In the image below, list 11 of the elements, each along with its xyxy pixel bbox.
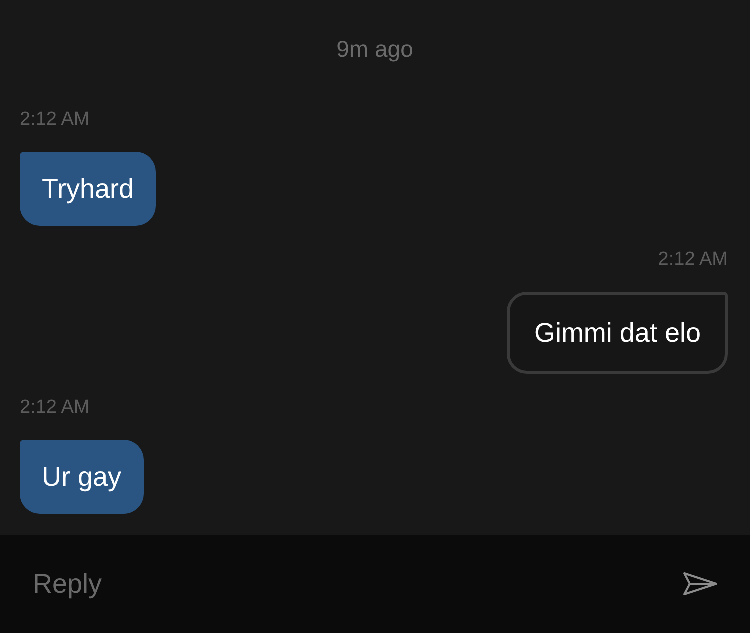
incoming-message-bubble: Ur gay [20, 440, 144, 514]
message-time: 2:12 AM [20, 397, 90, 419]
message-time: 2:12 AM [658, 249, 728, 271]
message-time: 2:12 AM [20, 109, 90, 131]
send-button[interactable] [683, 572, 718, 596]
incoming-message-bubble: Tryhard [20, 152, 156, 226]
send-icon [683, 572, 718, 596]
reply-composer[interactable]: Reply [0, 535, 750, 633]
reply-field[interactable]: Reply [33, 568, 675, 600]
outgoing-message-bubble: Gimmi dat elo [507, 292, 728, 374]
relative-time-label: 9m ago [336, 35, 414, 63]
